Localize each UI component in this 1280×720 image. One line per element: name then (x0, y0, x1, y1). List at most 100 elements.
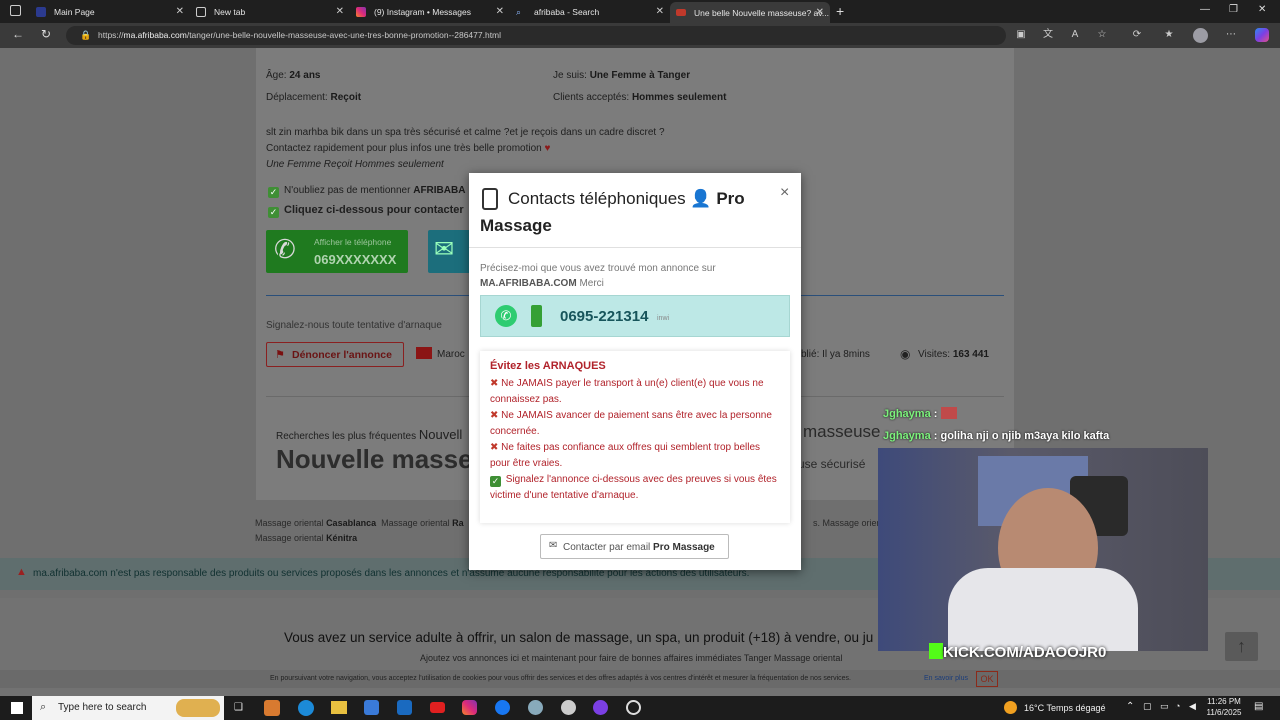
weather-text[interactable]: 16°C Temps dégagé (1024, 703, 1106, 713)
mail-icon[interactable] (397, 700, 412, 715)
instagram-icon[interactable] (462, 700, 477, 715)
close-tab-icon[interactable]: ✕ (336, 6, 344, 17)
app-view-icon[interactable]: ▣ (1015, 29, 1027, 41)
move-value: Reçoit (330, 92, 362, 103)
network-icon[interactable]: ◔ (1175, 701, 1180, 711)
favorites-icon[interactable]: ★ (1163, 29, 1175, 41)
youtube-icon[interactable] (430, 702, 445, 713)
iam-label: Je suis: (553, 70, 587, 81)
modal-intro-end: Merci (579, 278, 604, 289)
app-icon[interactable] (528, 700, 543, 715)
close-tab-icon[interactable]: ✕ (496, 6, 504, 17)
related-heading-left[interactable]: Nouvelle masseu (276, 444, 488, 475)
app-icon[interactable] (626, 700, 641, 715)
app-icon[interactable] (593, 700, 608, 715)
modal-intro-site-row: MA.AFRIBABA.COM Merci (480, 278, 604, 289)
frequent-search-link[interactable]: Nouvell (419, 427, 462, 442)
phone-number[interactable]: 0695-221314 (560, 308, 648, 325)
footer-link-city[interactable]: Ra (452, 518, 464, 528)
age-row: Âge: 24 ans (266, 70, 321, 81)
footer-link-city[interactable]: Casablanca (326, 518, 376, 528)
close-tab-icon[interactable]: ✕ (656, 6, 664, 17)
emote-icon (940, 407, 957, 419)
whatsapp-icon[interactable]: ✆ (495, 305, 517, 327)
edge-icon[interactable] (298, 700, 314, 716)
battery-icon[interactable]: ▭ (1160, 701, 1169, 712)
contact-by-email-button[interactable]: ✉ Contacter par email Pro Massage (540, 534, 729, 559)
refresh-icon[interactable]: ↻ (41, 27, 51, 41)
modal-close-button[interactable]: × (780, 184, 789, 202)
instagram-icon (356, 6, 366, 17)
volume-icon[interactable]: ◀ (1189, 701, 1196, 712)
address-bar[interactable]: 🔒 https://ma.afribaba.com/tanger/une-bel… (66, 26, 1006, 45)
footer-link-city[interactable]: Kénitra (326, 533, 357, 543)
email-button[interactable]: ✉ (428, 230, 472, 273)
clock-time[interactable]: 11:26 PM (1206, 697, 1242, 706)
warning-triangle-icon: ▲ (16, 566, 27, 578)
favorite-star-icon[interactable]: ☆ (1096, 29, 1108, 41)
back-icon[interactable]: ← (12, 27, 24, 41)
note-mention: ✓ N'oubliez pas de mentionner AFRIBABA (268, 185, 465, 198)
report-listing-button[interactable]: ⚑ Dénoncer l'annonce (266, 342, 404, 367)
store-icon[interactable] (364, 700, 379, 715)
tab-afribaba-active[interactable]: Une belle Nouvelle masseuse? av... ✕ (670, 2, 830, 23)
close-tab-icon[interactable]: ✕ (176, 6, 184, 17)
tab-search[interactable]: ⌕ afribaba - Search ✕ (510, 3, 670, 20)
app-icon[interactable] (561, 700, 576, 715)
taskbar-search-box[interactable]: ⌕ Type here to search (32, 696, 224, 720)
restore-icon[interactable]: ❐ (1229, 4, 1238, 15)
envelope-icon: ✉ (434, 236, 455, 263)
related-heading-right[interactable]: masseuse (803, 422, 880, 442)
task-view-icon[interactable]: ❑ (234, 702, 243, 713)
scam-warning-item: ✓ Signalez l'annonce ci-dessous avec des… (490, 472, 780, 504)
new-tab-plus-icon[interactable]: + (836, 3, 844, 19)
file-explorer-icon[interactable] (331, 701, 347, 714)
tab-label: Une belle Nouvelle masseuse? av... (694, 7, 829, 18)
kick-logo-icon (929, 643, 943, 659)
lock-icon: 🔒 (80, 30, 92, 40)
app-icon[interactable] (264, 700, 280, 716)
close-tab-icon[interactable]: ✕ (816, 7, 824, 18)
cross-icon: ✖ (490, 378, 499, 389)
tab-main-page[interactable]: Main Page ✕ (30, 3, 190, 20)
facebook-icon[interactable] (495, 700, 510, 715)
show-phone-button[interactable]: ✆ Afficher le téléphone 069XXXXXXX (266, 230, 408, 273)
extensions-icon[interactable]: ⟳ (1131, 29, 1143, 41)
notifications-icon[interactable]: ▤ (1254, 701, 1263, 712)
tray-chevron-icon[interactable]: ⌃ (1126, 701, 1134, 712)
tab-instagram[interactable]: (9) Instagram • Messages ✕ (350, 3, 510, 20)
copilot-icon[interactable] (1255, 28, 1269, 42)
read-aloud-icon[interactable]: A (1069, 29, 1081, 41)
search-icon: ⌕ (40, 701, 47, 713)
chat-line: Jghayma : (883, 407, 957, 420)
show-phone-label: Afficher le téléphone (314, 237, 392, 247)
modal-title: Contacts téléphoniques 👤 Pro (508, 189, 745, 209)
chat-username: Jghayma (883, 430, 931, 442)
visits-row: Visites: 163 441 (918, 349, 989, 360)
windows-start-icon[interactable] (11, 702, 23, 714)
more-menu-icon[interactable]: ⋯ (1225, 29, 1237, 41)
translate-icon[interactable]: 文 (1042, 29, 1054, 41)
scam-warning-text: Ne JAMAIS payer le transport à un(e) cli… (490, 378, 764, 405)
workspaces-icon[interactable] (10, 5, 21, 16)
cookie-learn-more-link[interactable]: En savoir plus (924, 675, 968, 682)
scroll-to-top-button[interactable]: ↑ (1225, 632, 1258, 661)
close-window-icon[interactable]: ✕ (1258, 4, 1266, 15)
country-label: Maroc (437, 349, 465, 360)
profile-avatar[interactable] (1193, 28, 1208, 43)
tab-new-tab[interactable]: New tab ✕ (190, 3, 350, 20)
minimize-icon[interactable]: — (1200, 4, 1210, 15)
modal-divider (469, 247, 801, 248)
modal-title-text: Contacts téléphoniques (508, 189, 686, 208)
clock-date[interactable]: 11/6/2025 (1206, 708, 1242, 717)
tray-icon[interactable]: ▢ (1143, 701, 1152, 712)
browser-tab-bar: Main Page ✕ New tab ✕ (9) Instagram • Me… (0, 0, 1280, 23)
note-click: ✓ Cliquez ci-dessous pour contacter (268, 204, 464, 218)
cookie-bar: En poursuivant votre navigation, vous ac… (0, 670, 1280, 688)
clients-value: Hommes seulement (631, 92, 727, 103)
phone-number-box[interactable]: ✆ 0695-221314 inwi (480, 295, 790, 337)
visits-label: Visites: (918, 349, 951, 360)
cookie-ok-button[interactable]: OK (976, 671, 998, 687)
related-subheading-right[interactable]: use sécurisé (798, 457, 865, 471)
footer-links-row-2: Massage oriental Kénitra (255, 533, 357, 543)
